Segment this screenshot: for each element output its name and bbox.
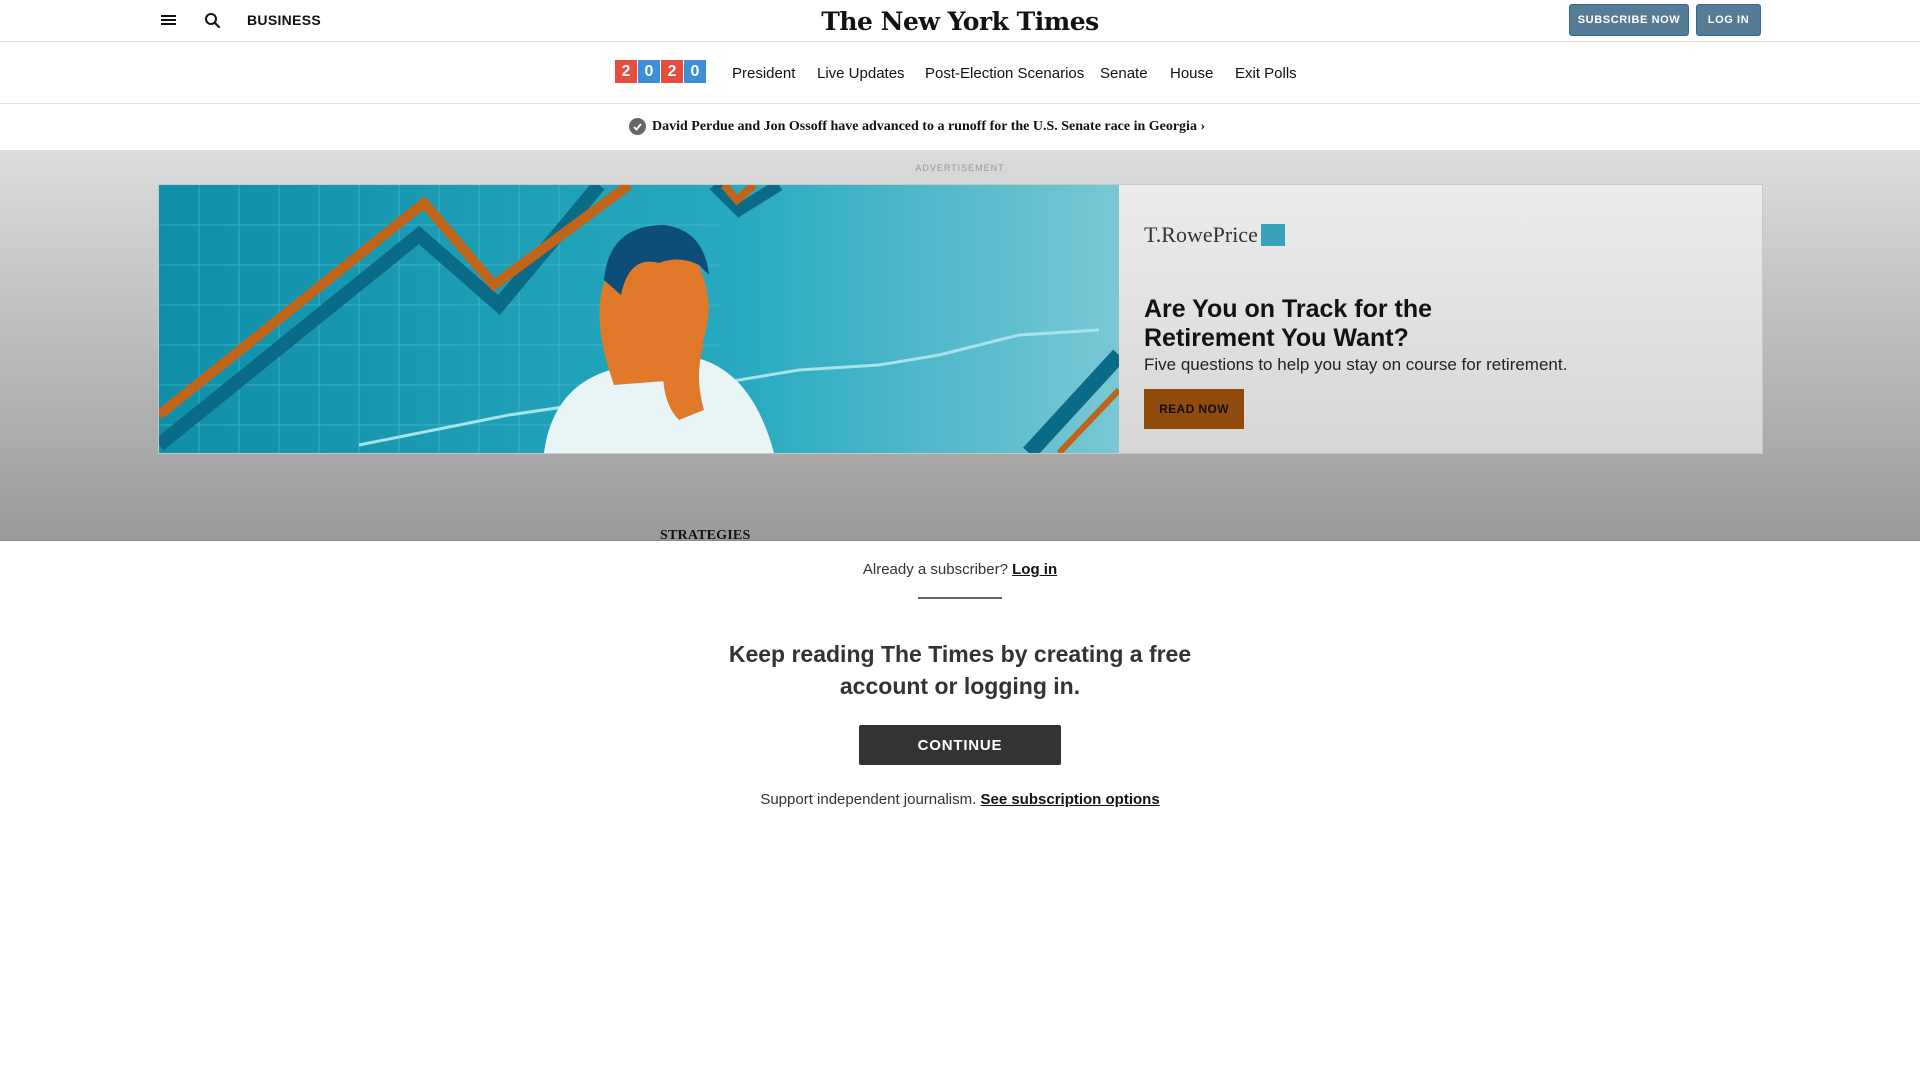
alert-text: David Perdue and Jon Ossoff have advance… xyxy=(652,118,1206,134)
nav-item-exit-polls[interactable]: Exit Polls xyxy=(1235,65,1297,82)
gateway-headline: Keep reading The Times by creating a fre… xyxy=(0,638,1920,702)
election-2020-badge[interactable]: 2 0 2 0 xyxy=(615,60,707,83)
alert-link[interactable]: David Perdue and Jon Ossoff have advance… xyxy=(629,118,1205,135)
ad-read-now-button[interactable]: READ NOW xyxy=(1144,389,1244,429)
support-line: Support independent journalism. See subs… xyxy=(0,791,1920,808)
badge-digit: 0 xyxy=(638,60,660,83)
ad-brand-logo: T.RowePrice xyxy=(1144,222,1285,248)
bighorn-ram-logo-icon xyxy=(1260,224,1285,246)
nav-item-live-updates[interactable]: Live Updates xyxy=(817,65,905,82)
ad-copy-panel: T.RowePrice Are You on Track for the Ret… xyxy=(1119,185,1762,453)
badge-digit: 2 xyxy=(615,60,637,83)
masthead: BUSINESS The New York Times SUBSCRIBE NO… xyxy=(0,0,1920,42)
continue-button[interactable]: CONTINUE xyxy=(859,725,1061,765)
already-subscriber-text: Already a subscriber? xyxy=(862,561,1008,578)
election-nav: 2 0 2 0 President Live Updates Post-Elec… xyxy=(0,43,1920,104)
subscription-options-link[interactable]: See subscription options xyxy=(980,791,1159,808)
ad-illustration xyxy=(159,185,1125,453)
gateway-headline-line: account or logging in. xyxy=(839,673,1081,699)
nav-item-senate[interactable]: Senate xyxy=(1100,65,1148,82)
login-button[interactable]: LOG IN xyxy=(1696,4,1761,36)
ad-headline: Are You on Track for the Retirement You … xyxy=(1144,295,1433,352)
gateway-headline-line: Keep reading The Times by creating a fre… xyxy=(728,641,1192,667)
check-circle-icon xyxy=(629,118,646,135)
support-text: Support independent journalism. xyxy=(760,791,977,808)
nav-item-president[interactable]: President xyxy=(732,65,795,82)
advertisement-label: ADVERTISEMENT xyxy=(915,163,1005,173)
breaking-alert-bar: David Perdue and Jon Ossoff have advance… xyxy=(0,105,1920,150)
badge-digit: 2 xyxy=(661,60,683,83)
nav-item-post-election-scenarios[interactable]: Post-Election Scenarios xyxy=(925,65,1084,82)
ad-subtext: Five questions to help you stay on cours… xyxy=(1144,355,1568,374)
subscribe-button[interactable]: SUBSCRIBE NOW xyxy=(1569,4,1689,36)
divider xyxy=(918,597,1002,599)
advertisement-banner[interactable]: T.RowePrice Are You on Track for the Ret… xyxy=(158,184,1763,454)
ad-brand-name: T.RowePrice xyxy=(1144,222,1258,247)
already-subscriber-line: Already a subscriber? Log in xyxy=(0,561,1920,578)
badge-digit: 0 xyxy=(684,60,706,83)
gateway-login-link[interactable]: Log in xyxy=(1012,561,1057,578)
nav-item-house[interactable]: House xyxy=(1170,65,1213,82)
registration-gateway: Already a subscriber? Log in Keep readin… xyxy=(0,540,1920,1080)
